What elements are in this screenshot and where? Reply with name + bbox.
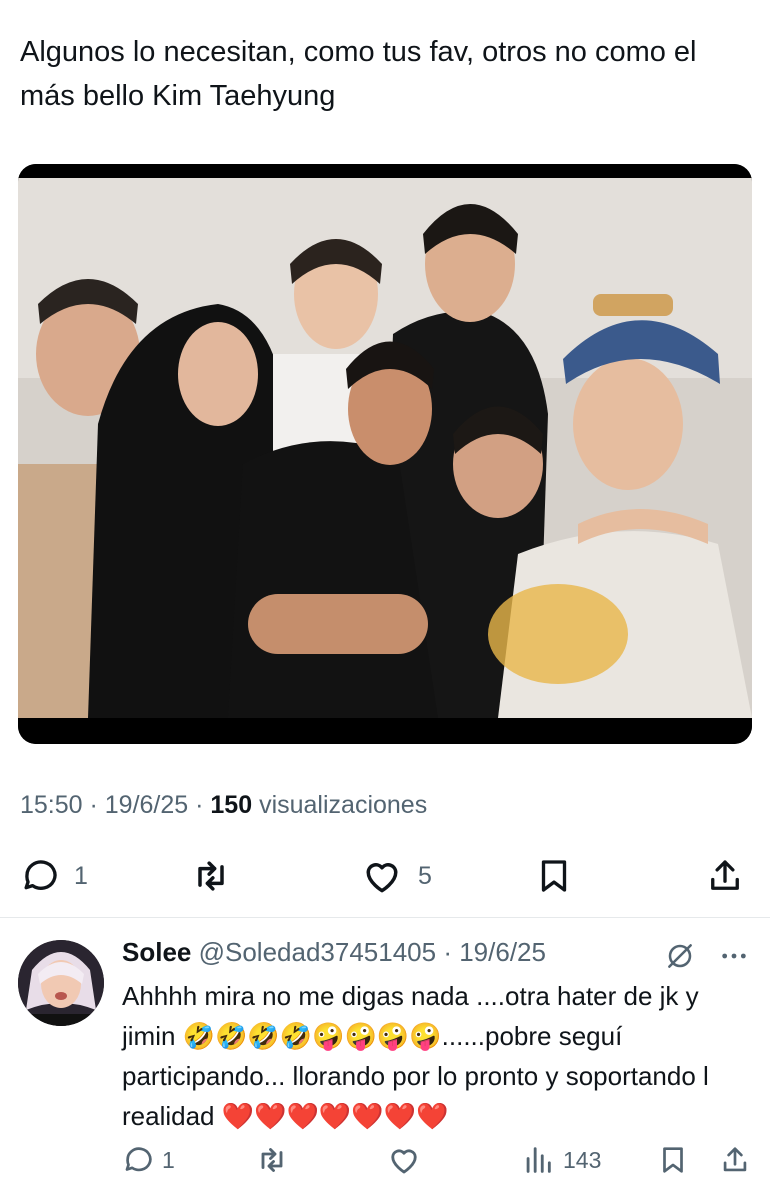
reply-reply-button[interactable]: 1: [122, 1140, 175, 1180]
bookmark-icon: [541, 860, 567, 892]
tweet-photo[interactable]: [18, 164, 752, 744]
reply-icon: [125, 1147, 152, 1172]
tweet-timestamp: 15:50 · 19/6/25 ·: [20, 791, 211, 819]
analytics-icon: [526, 1147, 551, 1173]
laughing-emojis: 🤣🤣🤣🤣🤪🤪🤪🤪: [182, 1021, 442, 1051]
repost-icon: [198, 861, 224, 891]
avatar[interactable]: [18, 940, 104, 1026]
share-icon: [723, 1147, 747, 1172]
reply-author-name[interactable]: Solee: [122, 937, 191, 967]
grok-icon[interactable]: [664, 940, 696, 977]
like-button[interactable]: 5: [360, 848, 432, 904]
reply-like-button[interactable]: [386, 1140, 422, 1180]
reply-reply-count: 1: [162, 1146, 175, 1173]
reply-bookmark-button[interactable]: [656, 1140, 690, 1180]
reply-header: Solee @Soledad37451405 · 19/6/25: [122, 937, 546, 968]
reply-text: Ahhhh mira no me digas nada ....otra hat…: [122, 976, 747, 1136]
reply-share-button[interactable]: [718, 1140, 752, 1180]
bookmark-icon: [663, 1147, 683, 1173]
heart-icon: [391, 1149, 417, 1174]
divider: [0, 917, 770, 918]
reply-button[interactable]: 1: [20, 848, 88, 904]
repost-button[interactable]: [189, 848, 233, 904]
bookmark-button[interactable]: [533, 848, 575, 904]
reply-views-button[interactable]: 143: [521, 1140, 601, 1180]
views-count: 150: [210, 791, 253, 819]
heart-icon: [366, 863, 398, 893]
group-photo-image: [18, 164, 752, 744]
red-hearts: ❤️❤️❤️❤️❤️❤️❤️: [221, 1101, 449, 1131]
reply-icon: [24, 860, 57, 890]
tweet-action-bar: 1 5: [0, 848, 770, 904]
share-button[interactable]: [704, 848, 746, 904]
reply-date: · 19/6/25: [443, 937, 546, 967]
reply-views-count: 143: [563, 1146, 602, 1173]
repost-icon: [261, 1148, 283, 1172]
reply-author-handle[interactable]: @Soledad37451405: [199, 937, 437, 967]
like-count: 5: [418, 861, 432, 890]
tweet-text: Algunos lo necesitan, como tus fav, otro…: [20, 36, 697, 112]
reply-repost-button[interactable]: [254, 1140, 290, 1180]
reply-count: 1: [74, 861, 88, 890]
views-label: visualizaciones: [252, 791, 428, 819]
tweet-metadata: 15:50 · 19/6/25 · 150 visualizaciones: [20, 791, 427, 820]
share-icon: [711, 860, 739, 890]
avatar-image: [18, 940, 104, 1026]
more-options-icon[interactable]: [718, 940, 750, 977]
